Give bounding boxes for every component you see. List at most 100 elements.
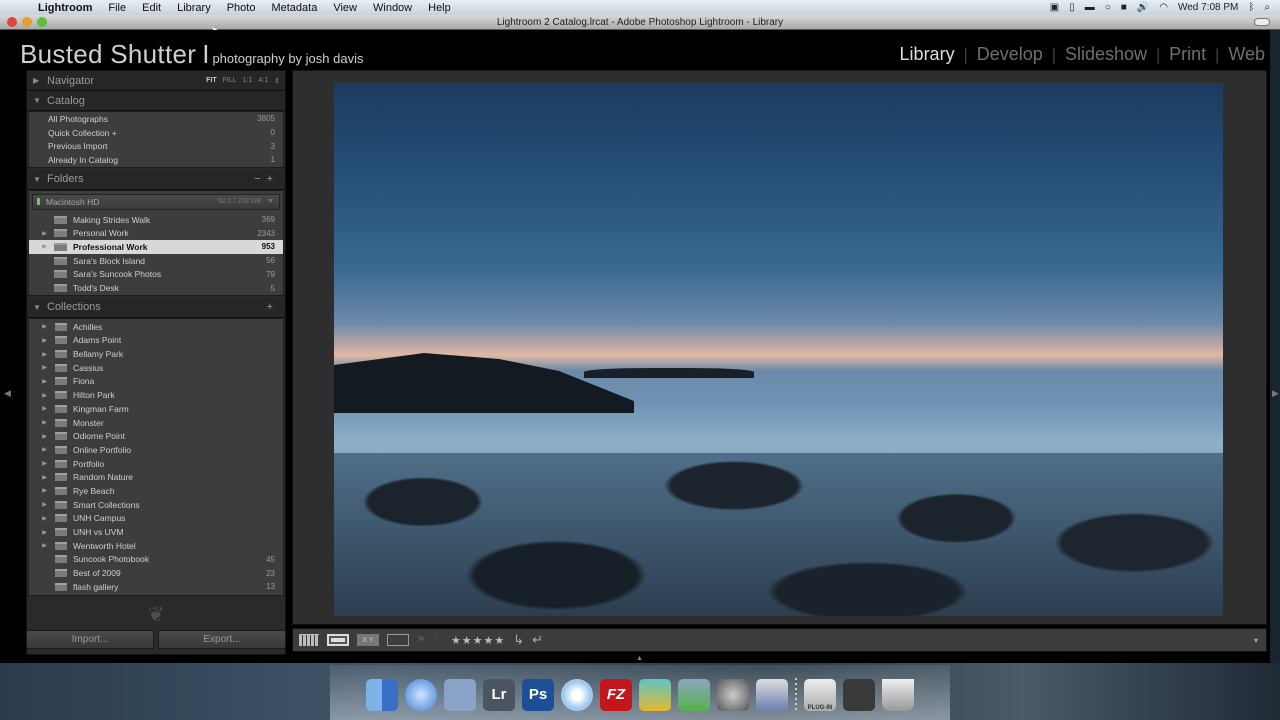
rotate-left-icon[interactable]: ↳ [513, 632, 524, 647]
close-window-icon[interactable] [7, 17, 17, 27]
disclosure-triangle-icon[interactable]: ▶ [29, 542, 48, 549]
collection-item[interactable]: ▶ Cassius [29, 361, 283, 375]
menu-app-name[interactable]: Lightroom [30, 2, 100, 14]
flag-reject-icon[interactable]: ⚐ [434, 634, 443, 646]
collection-item[interactable]: Best of 2009 23 [29, 566, 283, 580]
collapse-right-panel-icon[interactable]: ▶ [1272, 388, 1279, 399]
collection-item[interactable]: ▶ Portfolio [29, 457, 283, 471]
module-print[interactable]: Print [1169, 44, 1206, 65]
disclosure-triangle-icon[interactable]: ▶ [29, 446, 48, 453]
add-folder-button[interactable]: + [267, 173, 279, 185]
menu-library[interactable]: Library [169, 2, 219, 14]
flag-pick-icon[interactable]: ⚑ [417, 634, 426, 646]
volume-bar[interactable]: Macintosh HD 92.2 / 233 GB ▼ [32, 193, 280, 210]
disclosure-triangle-icon[interactable]: ▶ [29, 460, 48, 467]
collection-item[interactable]: ▶ Kingman Farm [29, 402, 283, 416]
system-preferences-icon[interactable] [717, 678, 749, 711]
module-library[interactable]: Library [900, 44, 955, 65]
volume-icon[interactable]: 🔊 [1137, 2, 1149, 13]
disclosure-triangle-icon[interactable]: ▶ [29, 501, 48, 508]
clock[interactable]: Wed 7:08 PM [1178, 2, 1238, 13]
itunes-icon[interactable] [561, 678, 593, 711]
folder-item[interactable]: Sara's Suncook Photos 79 [29, 268, 283, 282]
lightroom-dock-icon[interactable]: Lr [483, 678, 515, 711]
menu-metadata[interactable]: Metadata [263, 2, 325, 14]
keychain-icon[interactable] [639, 678, 671, 711]
disclosure-triangle-icon[interactable]: ▶ [29, 487, 48, 494]
photoshop-dock-icon[interactable]: Ps [522, 678, 554, 711]
battery-monitor-icon[interactable]: ▯ [1069, 2, 1075, 13]
collection-item[interactable]: ▶ Monster [29, 416, 283, 430]
catalog-header[interactable]: ▼ Catalog [27, 91, 285, 111]
disclosure-triangle-icon[interactable]: ▶ [29, 337, 48, 344]
bluetooth-icon[interactable]: ᛒ [1248, 2, 1254, 13]
disclosure-triangle-icon[interactable]: ▶ [29, 405, 48, 412]
minimize-window-icon[interactable] [22, 17, 32, 27]
collection-item[interactable]: ▶ Online Portfolio [29, 443, 283, 457]
search-icon[interactable]: ⌕ [1264, 2, 1270, 13]
collection-item[interactable]: ▶ Random Nature [29, 470, 283, 484]
disclosure-triangle-icon[interactable]: ▶ [29, 323, 48, 330]
collection-item[interactable]: ▶ Adams Point [29, 334, 283, 348]
disclosure-triangle-icon[interactable]: ▶ [29, 474, 48, 481]
add-collection-button[interactable]: + [267, 301, 285, 313]
survey-view-icon[interactable] [387, 634, 409, 646]
show-filmstrip-icon[interactable]: ▲ [636, 655, 643, 662]
imovie-icon[interactable] [756, 678, 788, 711]
menu-window[interactable]: Window [365, 2, 420, 14]
zoom-fit[interactable]: FIT [206, 77, 217, 85]
module-web[interactable]: Web [1228, 44, 1265, 65]
collection-item[interactable]: ▶ UNH vs UVM [29, 525, 283, 539]
collection-item[interactable]: ▶ Wentworth Hotel [29, 539, 283, 553]
collection-item[interactable]: flash gallery 13 [29, 580, 283, 594]
screen-record-icon[interactable]: ▣ [1050, 2, 1059, 13]
calculator-icon[interactable] [843, 678, 875, 711]
filezilla-icon[interactable]: FZ [600, 678, 632, 711]
folder-item[interactable]: Making Strides Walk 369 [29, 213, 283, 227]
collection-item[interactable]: ▶ Fiona [29, 375, 283, 389]
catalog-item[interactable]: Previous Import 3 [29, 139, 283, 153]
collection-item[interactable]: ▶ UNH Campus [29, 512, 283, 526]
import-button[interactable]: Import... [26, 630, 154, 649]
export-button[interactable]: Export... [158, 630, 286, 649]
safari-icon[interactable] [405, 678, 437, 711]
catalog-item[interactable]: Quick Collection + 0 [29, 126, 283, 140]
grid-view-icon[interactable] [299, 634, 319, 646]
finder-icon[interactable] [366, 678, 398, 711]
folder-item[interactable]: ▶ Professional Work 953 [29, 240, 283, 254]
zoom-fill[interactable]: FILL [223, 77, 237, 85]
wifi-icon[interactable]: ◠ [1159, 2, 1168, 13]
disclosure-triangle-icon[interactable]: ▶ [29, 364, 48, 371]
folder-item[interactable]: ▶ Personal Work 2343 [29, 226, 283, 240]
collection-item[interactable]: ▶ Achilles [29, 320, 283, 334]
catalog-item[interactable]: Already In Catalog 1 [29, 153, 283, 167]
zoom-1-1[interactable]: 1:1 [243, 77, 253, 85]
disclosure-triangle-icon[interactable]: ▶ [29, 351, 48, 358]
disclosure-triangle-icon[interactable]: ▶ [29, 230, 48, 237]
collection-item[interactable]: ▶ Odiorne Point [29, 429, 283, 443]
disclosure-triangle-icon[interactable]: ▶ [29, 378, 48, 385]
trash-icon[interactable] [882, 678, 914, 711]
volume-menu-icon[interactable]: ▼ [267, 198, 279, 205]
navigator-header[interactable]: ▶ Navigator FIT FILL 1:1 4:1 ⇕ [27, 71, 285, 91]
compare-view-icon[interactable]: X Y [357, 634, 379, 646]
one-password-icon[interactable]: ■ [1121, 2, 1127, 13]
toolbar-toggle-icon[interactable] [1254, 18, 1270, 26]
disclosure-triangle-icon[interactable]: ▶ [29, 243, 48, 250]
collection-item[interactable]: Suncook Photobook 45 [29, 553, 283, 567]
bootcamp-icon[interactable] [678, 678, 710, 711]
collection-item[interactable]: ▶ Rye Beach [29, 484, 283, 498]
menu-help[interactable]: Help [420, 2, 459, 14]
module-develop[interactable]: Develop [977, 44, 1043, 65]
folder-item[interactable]: Sara's Block Island 56 [29, 254, 283, 268]
main-photo[interactable] [334, 83, 1223, 616]
collapse-left-panel-icon[interactable]: ◀ [4, 388, 11, 399]
collection-item[interactable]: ▶ Bellamy Park [29, 347, 283, 361]
zoom-4-1[interactable]: 4:1 [258, 77, 268, 85]
folder-item[interactable]: Todd's Desk 5 [29, 281, 283, 295]
remove-folder-button[interactable]: − [254, 173, 266, 185]
disclosure-triangle-icon[interactable]: ▶ [29, 392, 48, 399]
collection-item[interactable]: ▶ Hilton Park [29, 388, 283, 402]
star-rating[interactable]: ★★★★★ [451, 634, 505, 647]
toolbar-options-dropdown[interactable]: ▾ [1254, 634, 1258, 646]
